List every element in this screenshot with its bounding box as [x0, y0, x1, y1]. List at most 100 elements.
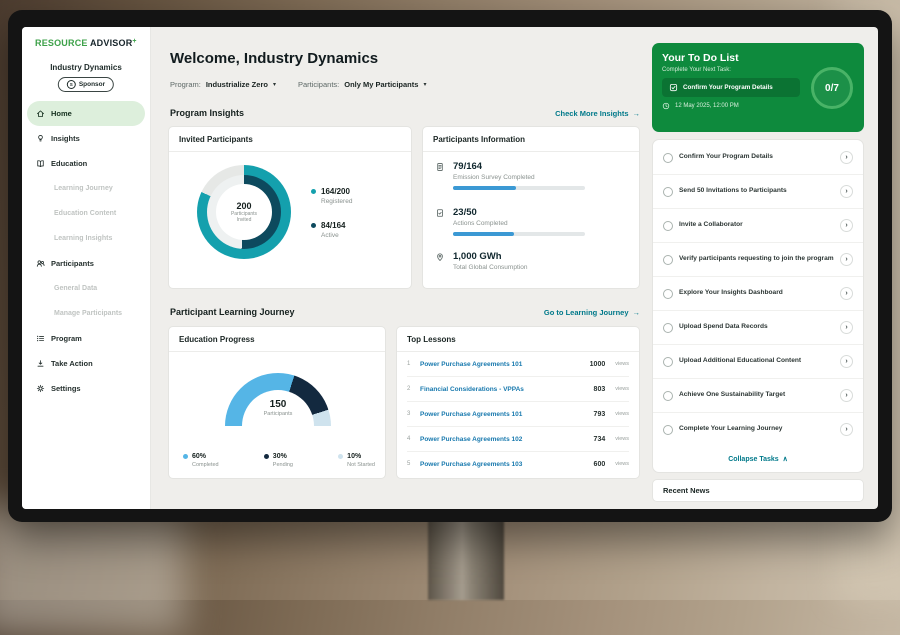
- todo-summary-card: Your To Do List Complete Your Next Task:…: [652, 43, 864, 132]
- collapse-tasks-button[interactable]: Collapse Tasks ∧: [653, 446, 863, 472]
- chevron-right-icon[interactable]: ›: [840, 219, 853, 232]
- sidebar-item-label: Insights: [51, 134, 80, 143]
- chevron-right-icon[interactable]: ›: [840, 321, 853, 334]
- task-checkbox[interactable]: [663, 187, 673, 197]
- link-label: Check More Insights: [555, 109, 628, 118]
- sidebar-item-education-content[interactable]: Education Content: [27, 201, 145, 226]
- chevron-right-icon[interactable]: ›: [840, 287, 853, 300]
- sidebar-item-label: Program: [51, 334, 82, 343]
- lesson-views: 803: [594, 386, 606, 393]
- sidebar-item-home[interactable]: Home: [27, 101, 145, 126]
- gauge-center-value: 150: [225, 399, 331, 410]
- lesson-row: 2 Financial Considerations - VPPAs 803 v…: [407, 377, 629, 402]
- chevron-right-icon[interactable]: ›: [840, 185, 853, 198]
- todo-task-row[interactable]: Explore Your Insights Dashboard ›: [653, 277, 863, 311]
- sidebar-item-manage-participants[interactable]: Manage Participants: [27, 301, 145, 326]
- lesson-views-label: views: [615, 461, 629, 467]
- sidebar-item-label: Manage Participants: [54, 310, 122, 317]
- sponsor-badge[interactable]: S Sponsor: [58, 77, 114, 92]
- lesson-row: 5 Power Purchase Agreements 103 600 view…: [407, 452, 629, 476]
- sidebar-item-take-action[interactable]: Take Action: [27, 351, 145, 376]
- sidebar-item-insights[interactable]: Insights: [27, 126, 145, 151]
- task-checkbox[interactable]: [663, 255, 673, 265]
- sidebar-item-general-data[interactable]: General Data: [27, 276, 145, 301]
- go-to-learning-journey-link[interactable]: Go to Learning Journey →: [544, 308, 640, 317]
- todo-task-row[interactable]: Complete Your Learning Journey ›: [653, 413, 863, 446]
- legend-dot-pending: [264, 454, 269, 459]
- chevron-right-icon[interactable]: ›: [840, 253, 853, 266]
- top-lessons-card: Top Lessons 1 Power Purchase Agreements …: [396, 326, 640, 479]
- legend-dot-registered: [311, 189, 316, 194]
- stat-actions: 23/50 Actions Completed: [435, 207, 585, 236]
- active-label: Active: [321, 232, 352, 239]
- lesson-link[interactable]: Power Purchase Agreements 102: [420, 436, 587, 443]
- task-checkbox[interactable]: [663, 323, 673, 333]
- gauge-center-label: Participants: [225, 411, 331, 417]
- sidebar-item-participants[interactable]: Participants: [27, 251, 145, 276]
- task-checkbox[interactable]: [663, 153, 673, 163]
- chevron-right-icon[interactable]: ›: [840, 355, 853, 368]
- next-task-row[interactable]: Confirm Your Program Details: [662, 78, 800, 97]
- lesson-views-label: views: [615, 436, 629, 442]
- lesson-link[interactable]: Power Purchase Agreements 103: [420, 461, 587, 468]
- active-value: 84/164: [321, 221, 345, 230]
- participants-filter-value: Only My Participants: [344, 80, 418, 89]
- legend-item-active: 84/164 Active: [311, 221, 352, 239]
- sidebar-item-education[interactable]: Education: [27, 151, 145, 176]
- recent-news-header[interactable]: Recent News: [652, 479, 864, 502]
- arrow-right-icon: →: [633, 308, 641, 317]
- lesson-views-label: views: [615, 361, 629, 367]
- todo-task-row[interactable]: Invite a Collaborator ›: [653, 209, 863, 243]
- program-filter[interactable]: Program: Industrialize Zero ▾: [170, 80, 276, 89]
- lesson-rank: 3: [407, 411, 413, 417]
- registered-value: 164/200: [321, 187, 350, 196]
- invited-center-label: Invited: [237, 217, 252, 224]
- task-checkbox[interactable]: [663, 357, 673, 367]
- stat-value: 1,000 GWh: [453, 251, 527, 262]
- lesson-row: 1 Power Purchase Agreements 101 1000 vie…: [407, 352, 629, 377]
- invited-legend: 164/200 Registered 84/164 Active: [311, 187, 352, 239]
- lesson-link[interactable]: Financial Considerations - VPPAs: [420, 386, 587, 393]
- sidebar: RESOURCE ADVISOR+ Industry Dynamics S Sp…: [22, 27, 151, 509]
- chevron-right-icon[interactable]: ›: [840, 151, 853, 164]
- todo-task-row[interactable]: Upload Spend Data Records ›: [653, 311, 863, 345]
- lesson-views: 600: [594, 461, 606, 468]
- chevron-right-icon[interactable]: ›: [840, 423, 853, 436]
- legend-value: 30%: [273, 453, 287, 460]
- todo-task-row[interactable]: Confirm Your Program Details ›: [653, 141, 863, 175]
- sidebar-item-learning-journey[interactable]: Learning Journey: [27, 176, 145, 201]
- lesson-views-label: views: [615, 411, 629, 417]
- sidebar-item-program[interactable]: Program: [27, 326, 145, 351]
- todo-task-row[interactable]: Verify participants requesting to join t…: [653, 243, 863, 277]
- actions-icon: [435, 207, 445, 218]
- todo-progress-ring: 0/7: [811, 67, 853, 109]
- invited-donut-center: 200 Participants Invited: [216, 184, 272, 240]
- participants-filter[interactable]: Participants: Only My Participants ▾: [298, 80, 426, 89]
- chevron-down-icon: ▾: [273, 81, 276, 88]
- monitor-stand: [428, 518, 504, 600]
- lesson-link[interactable]: Power Purchase Agreements 101: [420, 361, 583, 368]
- sidebar-item-label: Settings: [51, 384, 81, 393]
- legend-label: Not Started: [347, 462, 375, 468]
- lesson-row: 4 Power Purchase Agreements 102 734 view…: [407, 427, 629, 452]
- brand-primary: RESOURCE: [35, 38, 88, 48]
- arrow-right-icon: →: [633, 109, 641, 118]
- chevron-right-icon[interactable]: ›: [840, 389, 853, 402]
- task-checkbox[interactable]: [663, 289, 673, 299]
- task-checkbox[interactable]: [663, 425, 673, 435]
- todo-task-row[interactable]: Achieve One Sustainability Target ›: [653, 379, 863, 413]
- task-checkbox[interactable]: [663, 221, 673, 231]
- survey-icon: [435, 161, 445, 172]
- filters-bar: Program: Industrialize Zero ▾ Participan…: [170, 80, 426, 89]
- task-checkbox[interactable]: [663, 391, 673, 401]
- sidebar-item-learning-insights[interactable]: Learning Insights: [27, 226, 145, 251]
- program-icon: [36, 334, 45, 343]
- todo-task-row[interactable]: Upload Additional Educational Content ›: [653, 345, 863, 379]
- check-more-insights-link[interactable]: Check More Insights →: [555, 109, 640, 118]
- todo-task-row[interactable]: Send 50 Invitations to Participants ›: [653, 175, 863, 209]
- participants-filter-label: Participants:: [298, 80, 339, 89]
- lesson-link[interactable]: Power Purchase Agreements 101: [420, 411, 587, 418]
- sidebar-item-settings[interactable]: Settings: [27, 376, 145, 401]
- lesson-views: 1000: [590, 361, 606, 368]
- task-label: Upload Additional Educational Content: [679, 357, 834, 366]
